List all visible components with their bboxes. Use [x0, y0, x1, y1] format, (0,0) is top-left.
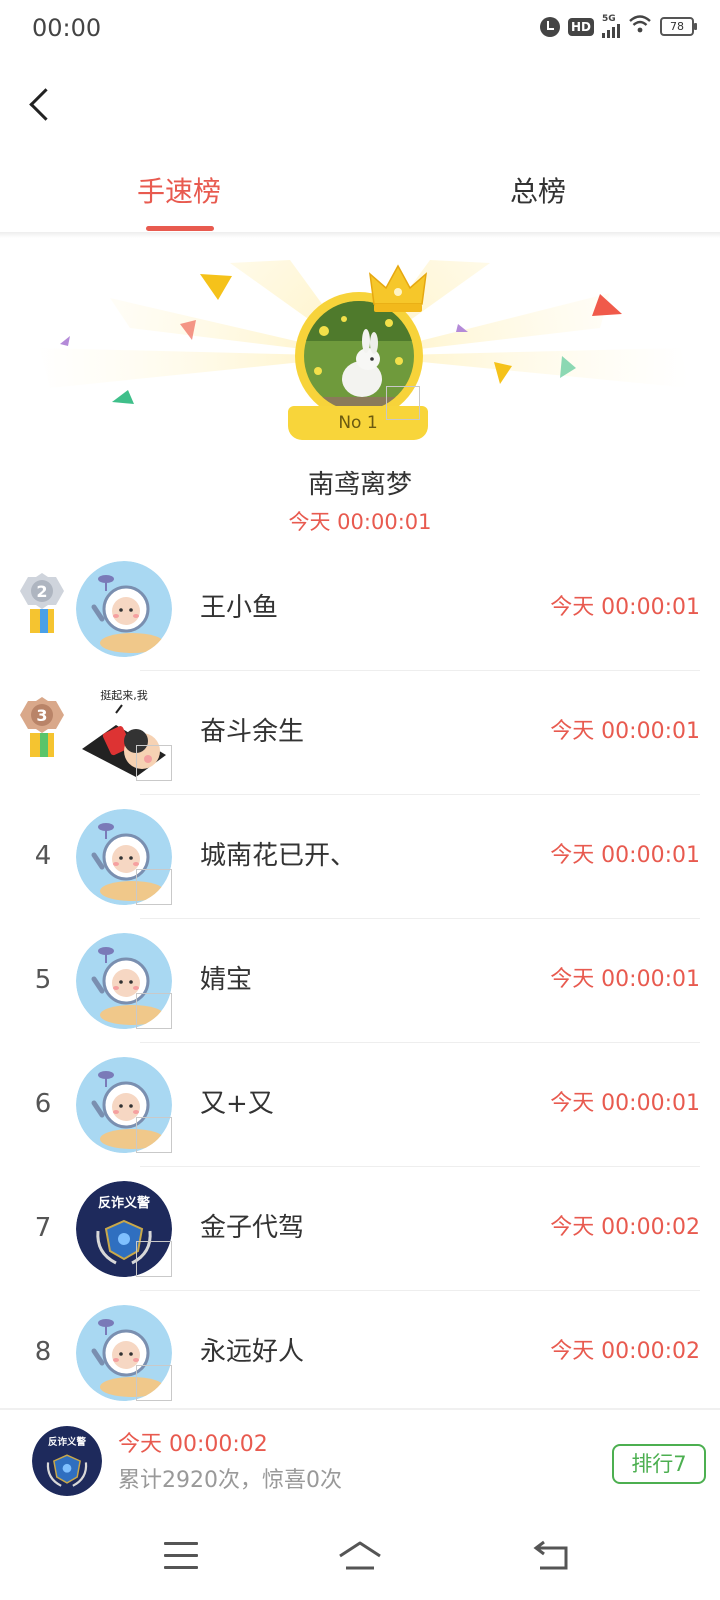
my-record-time: 今天 00:00:02: [118, 1432, 268, 1457]
champion-banner: No 1 南鸢离梦 今天 00:00:01: [0, 238, 720, 538]
list-item[interactable]: 3 挺起来,我 奋斗余生 今天 00:00:01: [0, 669, 720, 795]
user-name: 奋斗余生: [200, 717, 305, 747]
tab-bar: 手速榜 总榜: [0, 152, 720, 232]
battery-icon: 78: [660, 17, 697, 36]
list-item[interactable]: 5 婧宝 今天 00:00:01: [0, 917, 720, 1043]
status-icons: HD 5G 78: [539, 13, 697, 39]
list-item[interactable]: 2 王小鱼 今天 00:00:01: [0, 545, 720, 671]
back-nav-icon[interactable]: [532, 1540, 572, 1572]
record-time: 今天 00:00:01: [550, 719, 700, 744]
active-tab-indicator: [146, 226, 214, 231]
champion-time: 今天 00:00:01: [288, 510, 432, 534]
home-icon[interactable]: [336, 1540, 384, 1572]
record-time: 今天 00:00:02: [550, 1215, 700, 1240]
rank-number: 6: [34, 1089, 52, 1119]
list-item[interactable]: 6 又+又 今天 00:00:01: [0, 1041, 720, 1167]
record-time: 今天 00:00:01: [550, 595, 700, 620]
my-stats: 累计2920次，惊喜0次: [118, 1468, 342, 1493]
menu-icon[interactable]: [164, 1542, 198, 1569]
status-bar: 00:00 HD 5G 78: [0, 0, 720, 56]
astronaut-avatar[interactable]: [76, 561, 172, 657]
bronze-medal-icon: 3: [18, 697, 66, 761]
rank-number: 5: [34, 965, 52, 995]
no1-label: No 1: [338, 413, 378, 433]
list-item[interactable]: 8 永远好人 今天 00:00:02: [0, 1289, 720, 1407]
rank-number: 4: [34, 841, 52, 871]
network-type-label: 5G: [602, 13, 616, 24]
wifi-icon: [628, 14, 652, 39]
avatar-caption: 反诈义警: [98, 1195, 150, 1211]
list-item[interactable]: 7 反诈义警 金子代驾 今天 00:00:02: [0, 1165, 720, 1291]
record-time: 今天 00:00:01: [550, 843, 700, 868]
medal-rank-text: 3: [36, 706, 47, 725]
user-name: 婧宝: [200, 965, 253, 995]
signal-icon: 5G: [602, 13, 620, 38]
user-name: 又+又: [200, 1089, 274, 1119]
my-avatar[interactable]: 反诈义警: [32, 1426, 102, 1496]
crown-icon: [368, 264, 428, 312]
confetti-triangle: [200, 274, 232, 300]
alarm-icon: [539, 16, 560, 37]
my-rank-button[interactable]: 排行7: [612, 1444, 706, 1484]
tab-total-ranking[interactable]: 总榜: [510, 170, 566, 210]
medal-rank-text: 2: [36, 582, 47, 601]
avatar-caption: 反诈义警: [48, 1436, 86, 1448]
rank-number: 8: [34, 1337, 52, 1367]
user-name: 王小鱼: [200, 593, 279, 623]
user-name: 城南花已开、: [200, 841, 357, 871]
back-button[interactable]: [24, 84, 64, 124]
hd-icon: HD: [567, 17, 594, 36]
silver-medal-icon: 2: [18, 573, 66, 637]
list-item[interactable]: 4 城南花已开、 今天 00:00:01: [0, 793, 720, 919]
tab-speed-ranking[interactable]: 手速榜: [137, 170, 221, 210]
my-ranking-bar: 反诈义警 今天 00:00:02 累计2920次，惊喜0次 排行7: [0, 1408, 720, 1516]
user-name: 金子代驾: [200, 1213, 305, 1243]
user-name: 永远好人: [200, 1337, 305, 1367]
ranking-list[interactable]: 2 王小鱼 今天 00:00:01 3 挺起来,我 奋斗余生 今天 00:00:…: [0, 545, 720, 1407]
record-time: 今天 00:00:01: [550, 967, 700, 992]
avatar-frame-placeholder: [386, 386, 420, 420]
record-time: 今天 00:00:02: [550, 1339, 700, 1364]
system-nav-bar: [0, 1514, 720, 1600]
status-time: 00:00: [32, 14, 102, 42]
record-time: 今天 00:00:01: [550, 1091, 700, 1116]
rank-number: 7: [34, 1213, 52, 1243]
champion-name: 南鸢离梦: [307, 470, 412, 500]
avatar-caption: 挺起来,我: [100, 688, 148, 702]
